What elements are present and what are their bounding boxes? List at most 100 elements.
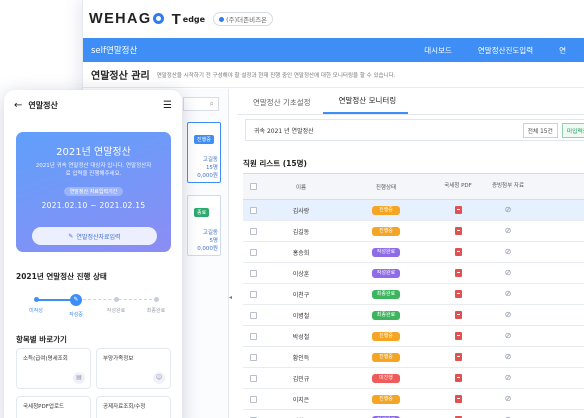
pdf-file-icon[interactable] bbox=[454, 206, 462, 214]
status-pill: 진행중 bbox=[372, 352, 400, 362]
table-row[interactable]: 김길동 진행중 ⊘ bbox=[243, 221, 584, 242]
table-row[interactable]: 이지은 진행중 ⊘ bbox=[243, 389, 584, 410]
table-row[interactable]: 홍승희 작성완료 ⊘ bbox=[243, 242, 584, 263]
app-title[interactable]: self연말정산 bbox=[91, 44, 137, 56]
column-header-name: 이름 bbox=[295, 184, 307, 191]
table-body: 김사랑 진행중 ⊘ 김길동 진행중 ⊘ 홍승희 작성완료 ⊘ 이상훈 작성완료 ⊘ 이천구 최종완료 ⊘ 이병… bbox=[243, 200, 584, 418]
tile-deduction-edit[interactable]: 공제자료조회/수정 bbox=[96, 396, 171, 418]
row-checkbox[interactable] bbox=[249, 206, 257, 214]
employee-name: 박성철 bbox=[292, 333, 310, 341]
wehago-logo[interactable]: WEHAG bbox=[89, 11, 164, 27]
pdf-file-icon[interactable] bbox=[454, 395, 462, 403]
status-pill: 작성완료 bbox=[372, 268, 400, 278]
tab-basic-settings[interactable]: 연말정산 기초설정 bbox=[237, 97, 323, 114]
paperclip-icon[interactable]: ⊘ bbox=[505, 311, 512, 319]
column-header-attachments: 증빙첨부 자료 bbox=[491, 183, 525, 189]
table-row[interactable]: 이천구작성완료⊘ bbox=[243, 410, 584, 418]
paperclip-icon[interactable]: ⊘ bbox=[505, 269, 512, 277]
table-row[interactable]: 이병철 최종완료 ⊘ bbox=[243, 305, 584, 326]
row-checkbox[interactable] bbox=[249, 353, 257, 361]
tab-monitoring[interactable]: 연말정산 모니터링 bbox=[322, 95, 409, 114]
progress-status-title: 2021년 연말정산 진행 상태 bbox=[16, 272, 107, 281]
card-line: 15명 bbox=[205, 165, 218, 171]
back-arrow-icon[interactable]: ← bbox=[14, 100, 22, 111]
pdf-file-icon[interactable] bbox=[454, 353, 462, 361]
year-filter-label[interactable]: 귀속 2021 년 연말정산 bbox=[254, 126, 314, 135]
employee-name: 김민규 bbox=[292, 375, 310, 383]
search-icon[interactable]: ⌕ bbox=[210, 100, 214, 108]
row-checkbox[interactable] bbox=[249, 290, 257, 298]
row-checkbox[interactable] bbox=[249, 311, 257, 319]
paperclip-icon[interactable]: ⊘ bbox=[505, 353, 512, 361]
row-checkbox[interactable] bbox=[249, 269, 257, 277]
tile-label: 공제자료조회/수정 bbox=[103, 404, 146, 410]
card-line: 고길동 bbox=[202, 230, 218, 236]
nav-more[interactable]: 연 bbox=[559, 45, 566, 56]
pencil-step-icon: ✎ bbox=[70, 294, 82, 306]
pdf-file-icon[interactable] bbox=[454, 290, 462, 298]
tile-pdf-upload[interactable]: 국세청PDF업로드 bbox=[16, 396, 91, 418]
table-row[interactable]: 이상훈 작성완료 ⊘ bbox=[243, 263, 584, 284]
table-row[interactable]: 김민규 미진행 ⊘ bbox=[243, 368, 584, 389]
row-checkbox[interactable] bbox=[249, 227, 257, 235]
company-selector[interactable]: (주)더존비즈온 bbox=[213, 12, 274, 26]
paperclip-icon[interactable]: ⊘ bbox=[505, 332, 512, 340]
row-checkbox[interactable] bbox=[249, 395, 257, 403]
nav-dashboard[interactable]: 대시보드 bbox=[424, 45, 452, 56]
row-checkbox[interactable] bbox=[249, 332, 257, 340]
table-row[interactable]: 박성철 진행중 ⊘ bbox=[243, 326, 584, 347]
step-in-progress: ✎ 작성중 bbox=[69, 294, 83, 318]
paperclip-icon[interactable]: ⊘ bbox=[505, 290, 512, 298]
employee-name: 이천구 bbox=[292, 291, 310, 299]
paperclip-icon[interactable]: ⊘ bbox=[505, 395, 512, 403]
status-pill: 진행중 bbox=[372, 205, 400, 215]
filter-chip-incomplete[interactable]: 미입력중 2건 bbox=[561, 122, 584, 138]
card-line: 0,000원 bbox=[197, 173, 218, 179]
employee-list-title: 직원 리스트 (15명) bbox=[243, 159, 307, 168]
employee-table: 이름 진행상태 국세청 PDF 증빙첨부 자료 김사랑 진행중 ⊘ 김길동 진행중 ⊘ 홍승… bbox=[243, 173, 584, 418]
paperclip-icon[interactable]: ⊘ bbox=[505, 206, 512, 214]
period-badge: 연말정산 자료입력기간 bbox=[63, 187, 124, 196]
tile-income-statement[interactable]: 소득(급여)명세조회 ▤ bbox=[16, 348, 91, 389]
status-badge: 진행중 bbox=[194, 135, 214, 144]
employee-name: 김사랑 bbox=[292, 207, 310, 215]
filter-chip-all[interactable]: 전체 15건 bbox=[522, 122, 558, 138]
input-data-button[interactable]: ✎ 연말정산자료입력 bbox=[32, 227, 157, 245]
pdf-file-icon[interactable] bbox=[454, 311, 462, 319]
row-checkbox[interactable] bbox=[249, 248, 257, 256]
status-pill: 최종완료 bbox=[372, 310, 400, 320]
settlement-card-active[interactable]: 진행중 고길동 15명 0,000원 bbox=[187, 122, 221, 183]
panel-search-input[interactable]: ⌕ bbox=[183, 97, 219, 111]
pdf-file-icon[interactable] bbox=[454, 332, 462, 340]
row-checkbox[interactable] bbox=[249, 374, 257, 382]
step-written: 작성완료 bbox=[98, 293, 134, 314]
page-title: 연말정산 관리 bbox=[91, 71, 150, 82]
table-row[interactable]: 황인득 진행중 ⊘ bbox=[243, 347, 584, 368]
paperclip-icon[interactable]: ⊘ bbox=[505, 227, 512, 235]
pdf-file-icon[interactable] bbox=[454, 374, 462, 382]
pdf-file-icon[interactable] bbox=[454, 227, 462, 235]
step-not-started: 미작성 bbox=[18, 293, 54, 314]
card-line: 고길동 bbox=[202, 157, 218, 163]
table-row[interactable]: 이천구 최종완료 ⊘ bbox=[243, 284, 584, 305]
pdf-file-icon[interactable] bbox=[454, 269, 462, 277]
table-header: 이름 진행상태 국세청 PDF 증빙첨부 자료 bbox=[243, 174, 584, 200]
tile-dependents[interactable]: 부양가족정보 ☺ bbox=[96, 348, 171, 389]
employee-name: 이상훈 bbox=[292, 270, 310, 278]
document-icon: ▤ bbox=[73, 372, 85, 384]
table-row[interactable]: 김사랑 진행중 ⊘ bbox=[243, 200, 584, 221]
status-pill: 진행중 bbox=[372, 331, 400, 341]
status-badge: 종료 bbox=[194, 208, 210, 217]
nav-progress-input[interactable]: 연말정산진도입력 bbox=[478, 45, 533, 56]
page-header: 연말정산 관리 연말정산을 시작하기 전 구성해야 할 설정과 현재 진행 중인… bbox=[83, 62, 584, 88]
mobile-screen: ← 연말정산 ☰ 2021년 연말정산 2021년 귀속 연말정산 대상자 입니… bbox=[4, 90, 182, 418]
select-all-checkbox[interactable] bbox=[249, 183, 257, 190]
paperclip-icon[interactable]: ⊘ bbox=[505, 374, 512, 382]
paperclip-icon[interactable]: ⊘ bbox=[505, 248, 512, 256]
top-bar: WEHAG T edge (주)더존비즈온 bbox=[83, 0, 584, 38]
page-description: 연말정산을 시작하기 전 구성해야 할 설정과 현재 진행 중인 연말정산에 대… bbox=[156, 72, 396, 79]
hamburger-menu-icon[interactable]: ☰ bbox=[163, 100, 172, 111]
settlement-card-closed[interactable]: 종료 고길동 5명 0,000원 bbox=[187, 195, 221, 256]
collapse-panel-arrow-icon[interactable]: ◂ bbox=[229, 294, 235, 306]
pdf-file-icon[interactable] bbox=[454, 248, 462, 256]
